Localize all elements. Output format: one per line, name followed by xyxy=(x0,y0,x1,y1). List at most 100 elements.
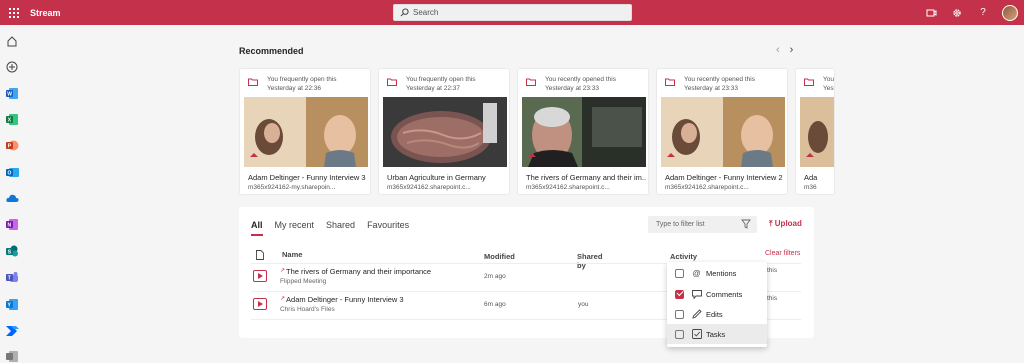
mentions-checkbox[interactable] xyxy=(675,268,684,278)
file-shared-by: you xyxy=(578,301,589,308)
teams-icon[interactable]: T xyxy=(5,270,19,284)
file-activity: this xyxy=(767,267,778,274)
previous-arrow-icon[interactable]: ‹ xyxy=(776,44,780,56)
svg-text:O: O xyxy=(7,170,11,176)
card-activity: You xyxy=(823,76,834,83)
recommended-card[interactable]: You recently opened this Yesterday at 23:… xyxy=(656,68,788,195)
card-location: m36 xyxy=(804,184,817,191)
task-checkbox-icon xyxy=(691,329,702,339)
chevron-down-icon: ⌄ xyxy=(670,252,677,261)
power-automate-icon[interactable] xyxy=(5,323,19,337)
recommended-card[interactable]: You frequently open this Yesterday at 22:… xyxy=(239,68,371,195)
card-location: m365x924162.sharepoint.c... xyxy=(665,184,749,191)
card-activity: You frequently open this xyxy=(406,76,476,83)
onedrive-icon[interactable] xyxy=(5,191,19,205)
file-modified: 2m ago xyxy=(484,273,506,280)
tab-all[interactable]: All xyxy=(251,220,263,236)
chevron-down-icon: ⌄ xyxy=(577,252,584,261)
search-icon xyxy=(400,8,409,17)
card-location: m365x924162.sharepoint.c... xyxy=(387,184,471,191)
onenote-icon[interactable]: N xyxy=(5,217,19,231)
upload-button[interactable]: ⤒ Upload xyxy=(769,219,802,229)
settings-button[interactable] xyxy=(944,0,970,25)
folder-icon xyxy=(387,78,397,86)
video-thumbnail[interactable] xyxy=(661,97,785,167)
recommended-card[interactable]: You frequently open this Yesterday at 22:… xyxy=(378,68,510,195)
tab-my-recent[interactable]: My recent xyxy=(275,220,315,236)
gear-icon xyxy=(953,8,961,17)
tasks-checkbox[interactable] xyxy=(675,329,684,339)
menu-item-comments[interactable]: Comments xyxy=(667,284,767,304)
help-button[interactable]: ? xyxy=(970,0,996,25)
folder-icon xyxy=(665,78,675,86)
sharepoint-icon[interactable]: S xyxy=(5,244,19,258)
app-launcher-button[interactable] xyxy=(0,0,28,25)
video-thumbnail[interactable] xyxy=(522,97,646,167)
filter-icon[interactable] xyxy=(741,219,751,229)
card-title[interactable]: The rivers of Germany and their im... xyxy=(526,173,646,182)
search-input[interactable]: Search xyxy=(393,4,632,21)
filter-input[interactable]: Type to filter list xyxy=(648,216,757,233)
file-activity: this xyxy=(767,295,778,302)
viva-engage-icon[interactable]: Y xyxy=(5,297,19,311)
shared-arrow-icon: ↗ xyxy=(280,296,286,302)
card-activity: You recently opened this xyxy=(684,76,755,83)
file-type-icon[interactable] xyxy=(256,250,264,262)
excel-icon[interactable]: X xyxy=(5,112,19,126)
forms-icon[interactable] xyxy=(5,349,19,363)
video-record-icon xyxy=(926,9,936,16)
filter-placeholder: Type to filter list xyxy=(656,221,705,228)
home-icon[interactable] xyxy=(5,34,19,48)
card-title[interactable]: Ada xyxy=(804,173,834,182)
menu-item-label: Comments xyxy=(706,289,743,299)
left-rail: W X P O N S T Y xyxy=(0,25,24,363)
recommended-title: Recommended xyxy=(239,46,304,56)
file-modified: 6m ago xyxy=(484,301,506,308)
upload-icon: ⤒ xyxy=(769,219,773,228)
word-icon[interactable]: W xyxy=(5,86,19,100)
tab-favourites[interactable]: Favourites xyxy=(367,220,409,236)
recommended-card[interactable]: You Yest Ada m36 xyxy=(795,68,835,195)
svg-text:W: W xyxy=(7,91,12,97)
comments-checkbox[interactable] xyxy=(675,289,684,299)
table-header: Name Modified ⌄ Shared by ⌄ Activity ⌄ xyxy=(251,248,801,270)
card-time: Yesterday at 23:33 xyxy=(684,85,738,92)
edits-checkbox[interactable] xyxy=(675,309,684,319)
search-placeholder: Search xyxy=(413,8,439,17)
video-thumbnail[interactable] xyxy=(244,97,368,167)
card-time: Yesterday at 22:36 xyxy=(267,85,321,92)
pencil-icon xyxy=(691,309,702,319)
column-name[interactable]: Name xyxy=(282,250,302,259)
card-title[interactable]: Urban Agriculture in Germany xyxy=(387,173,507,182)
card-time: Yest xyxy=(823,85,835,92)
next-arrow-icon[interactable]: › xyxy=(790,44,794,56)
card-time: Yesterday at 23:33 xyxy=(545,85,599,92)
help-icon: ? xyxy=(980,7,986,18)
powerpoint-icon[interactable]: P xyxy=(5,138,19,152)
top-bar: Stream Search ? xyxy=(0,0,1024,25)
card-activity: You frequently open this xyxy=(267,76,337,83)
file-name[interactable]: ↗Adam Deltinger - Funny Interview 3 xyxy=(280,295,404,304)
tab-shared[interactable]: Shared xyxy=(326,220,355,236)
menu-item-mentions[interactable]: @ Mentions xyxy=(667,263,767,283)
menu-item-edits[interactable]: Edits xyxy=(667,304,767,324)
card-title[interactable]: Adam Deltinger - Funny Interview 2 xyxy=(665,173,785,182)
video-thumbnail[interactable] xyxy=(800,97,834,167)
comment-icon xyxy=(691,289,702,299)
file-location: Flipped Meeting xyxy=(280,278,327,285)
video-file-icon xyxy=(253,270,267,282)
card-title[interactable]: Adam Deltinger - Funny Interview 3 xyxy=(248,173,368,182)
svg-text:T: T xyxy=(7,275,10,281)
recommended-card[interactable]: You recently opened this Yesterday at 23:… xyxy=(517,68,649,195)
outlook-icon[interactable]: O xyxy=(5,165,19,179)
file-name[interactable]: ↗The rivers of Germany and their importa… xyxy=(280,267,431,276)
folder-icon xyxy=(804,78,814,86)
video-thumbnail[interactable] xyxy=(383,97,507,167)
video-record-button[interactable] xyxy=(918,0,944,25)
card-time: Yesterday at 22:37 xyxy=(406,85,460,92)
create-icon[interactable] xyxy=(5,60,19,74)
app-name[interactable]: Stream xyxy=(30,8,61,18)
file-location: Chris Hoard's Files xyxy=(280,306,335,313)
menu-item-tasks[interactable]: Tasks xyxy=(667,324,767,344)
avatar[interactable] xyxy=(1002,4,1018,21)
